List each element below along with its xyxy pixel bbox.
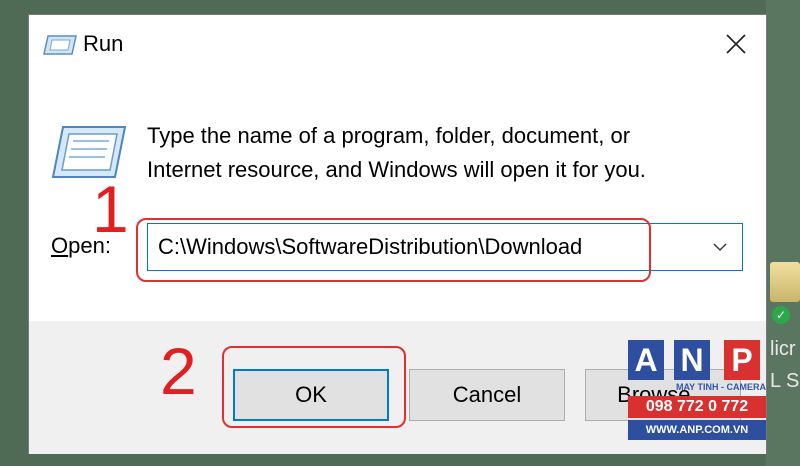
watermark-letter-a: A [628,340,664,380]
desktop-icon-label-2: L Se [770,370,800,392]
chevron-down-icon [713,243,727,251]
dialog-description: Type the name of a program, folder, docu… [147,119,727,187]
desktop-icon-label-1: licr [770,338,796,360]
watermark-website: WWW.ANP.COM.VN [628,420,766,440]
title-bar[interactable]: Run [29,15,766,75]
watermark-phone: 098 772 0 772 [628,396,766,418]
watermark-subtitle: MAY TINH - CAMERA [675,382,766,392]
run-app-icon [43,35,77,55]
sync-check-icon: ✓ [772,306,790,324]
step2-number: 2 [160,334,197,408]
close-button[interactable] [706,15,766,73]
close-icon [726,34,746,54]
watermark-letter-p: P [724,340,760,380]
cancel-button[interactable]: Cancel [409,369,565,421]
open-label-accelerator: O [51,233,69,258]
open-input[interactable]: C:\Windows\SoftwareDistribution\Download [158,234,582,260]
description-line-1: Type the name of a program, folder, docu… [147,123,631,148]
desktop-file-icon[interactable] [770,262,800,302]
description-line-2: Internet resource, and Windows will open… [147,157,646,182]
window-title: Run [83,31,124,56]
open-combobox[interactable]: C:\Windows\SoftwareDistribution\Download [147,223,743,271]
desktop-background [766,0,800,466]
step1-number: 1 [92,172,129,246]
watermark-letter-n: N [674,340,710,380]
watermark-logo: A N P MAY TINH - CAMERA 098 772 0 772 WW… [628,340,766,444]
ok-button[interactable]: OK [233,369,389,421]
dropdown-button[interactable] [702,224,738,270]
